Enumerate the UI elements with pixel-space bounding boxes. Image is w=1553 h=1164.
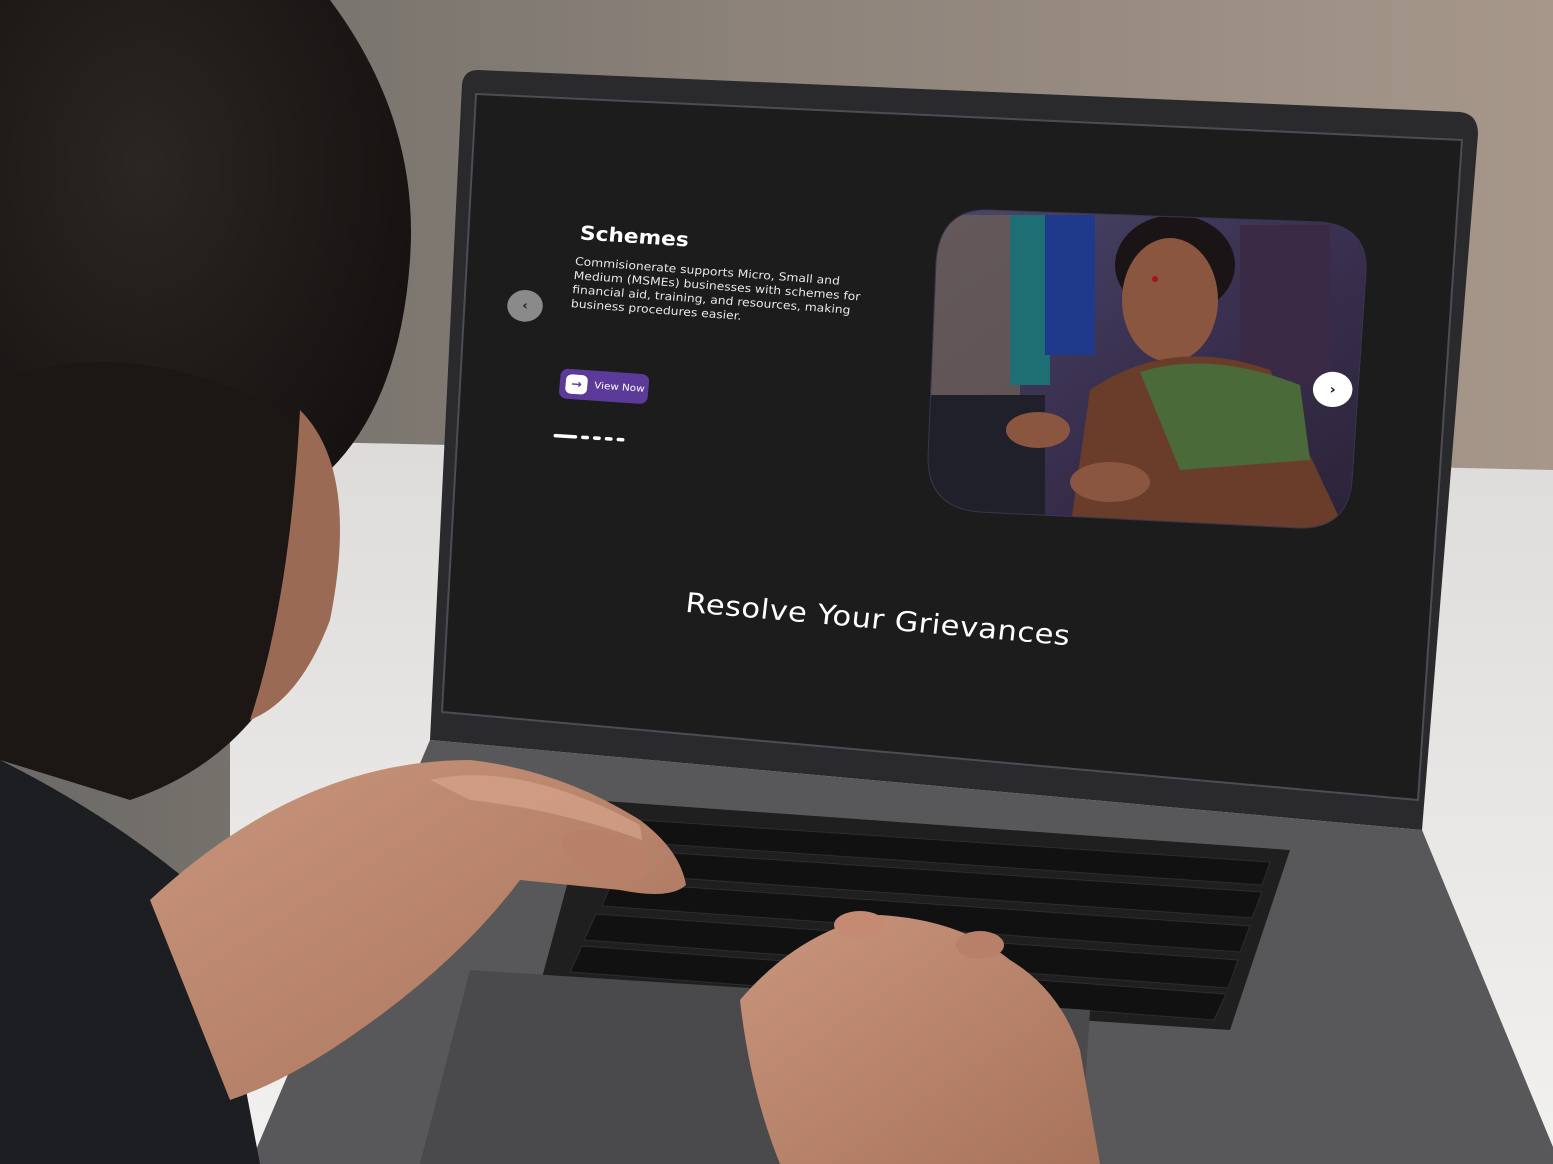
view-now-label: View Now	[593, 380, 646, 395]
grievances-heading: Resolve Your Grievances	[683, 587, 1073, 653]
slide-description: Commisionerate supports Micro, Small and…	[570, 254, 862, 323]
carousel-prev-button[interactable]: ‹	[506, 289, 544, 323]
slide-title: Schemes	[579, 222, 690, 252]
carousel-dot-4[interactable]	[604, 436, 613, 441]
carousel-pagination	[553, 433, 625, 442]
carousel-dot-3[interactable]	[592, 436, 601, 441]
carousel: ‹ Schemes Commisionerate supports Micro,…	[432, 95, 1457, 757]
chevron-left-icon: ‹	[521, 298, 529, 314]
carousel-dot-5[interactable]	[616, 437, 625, 442]
carousel-next-button[interactable]: ›	[1311, 370, 1354, 408]
carousel-dot-2[interactable]	[580, 435, 590, 440]
carousel-dot-1[interactable]	[553, 433, 578, 439]
arrow-right-icon: →	[564, 373, 589, 395]
view-now-button[interactable]: → View Now	[558, 368, 650, 405]
chevron-right-icon: ›	[1329, 381, 1337, 398]
